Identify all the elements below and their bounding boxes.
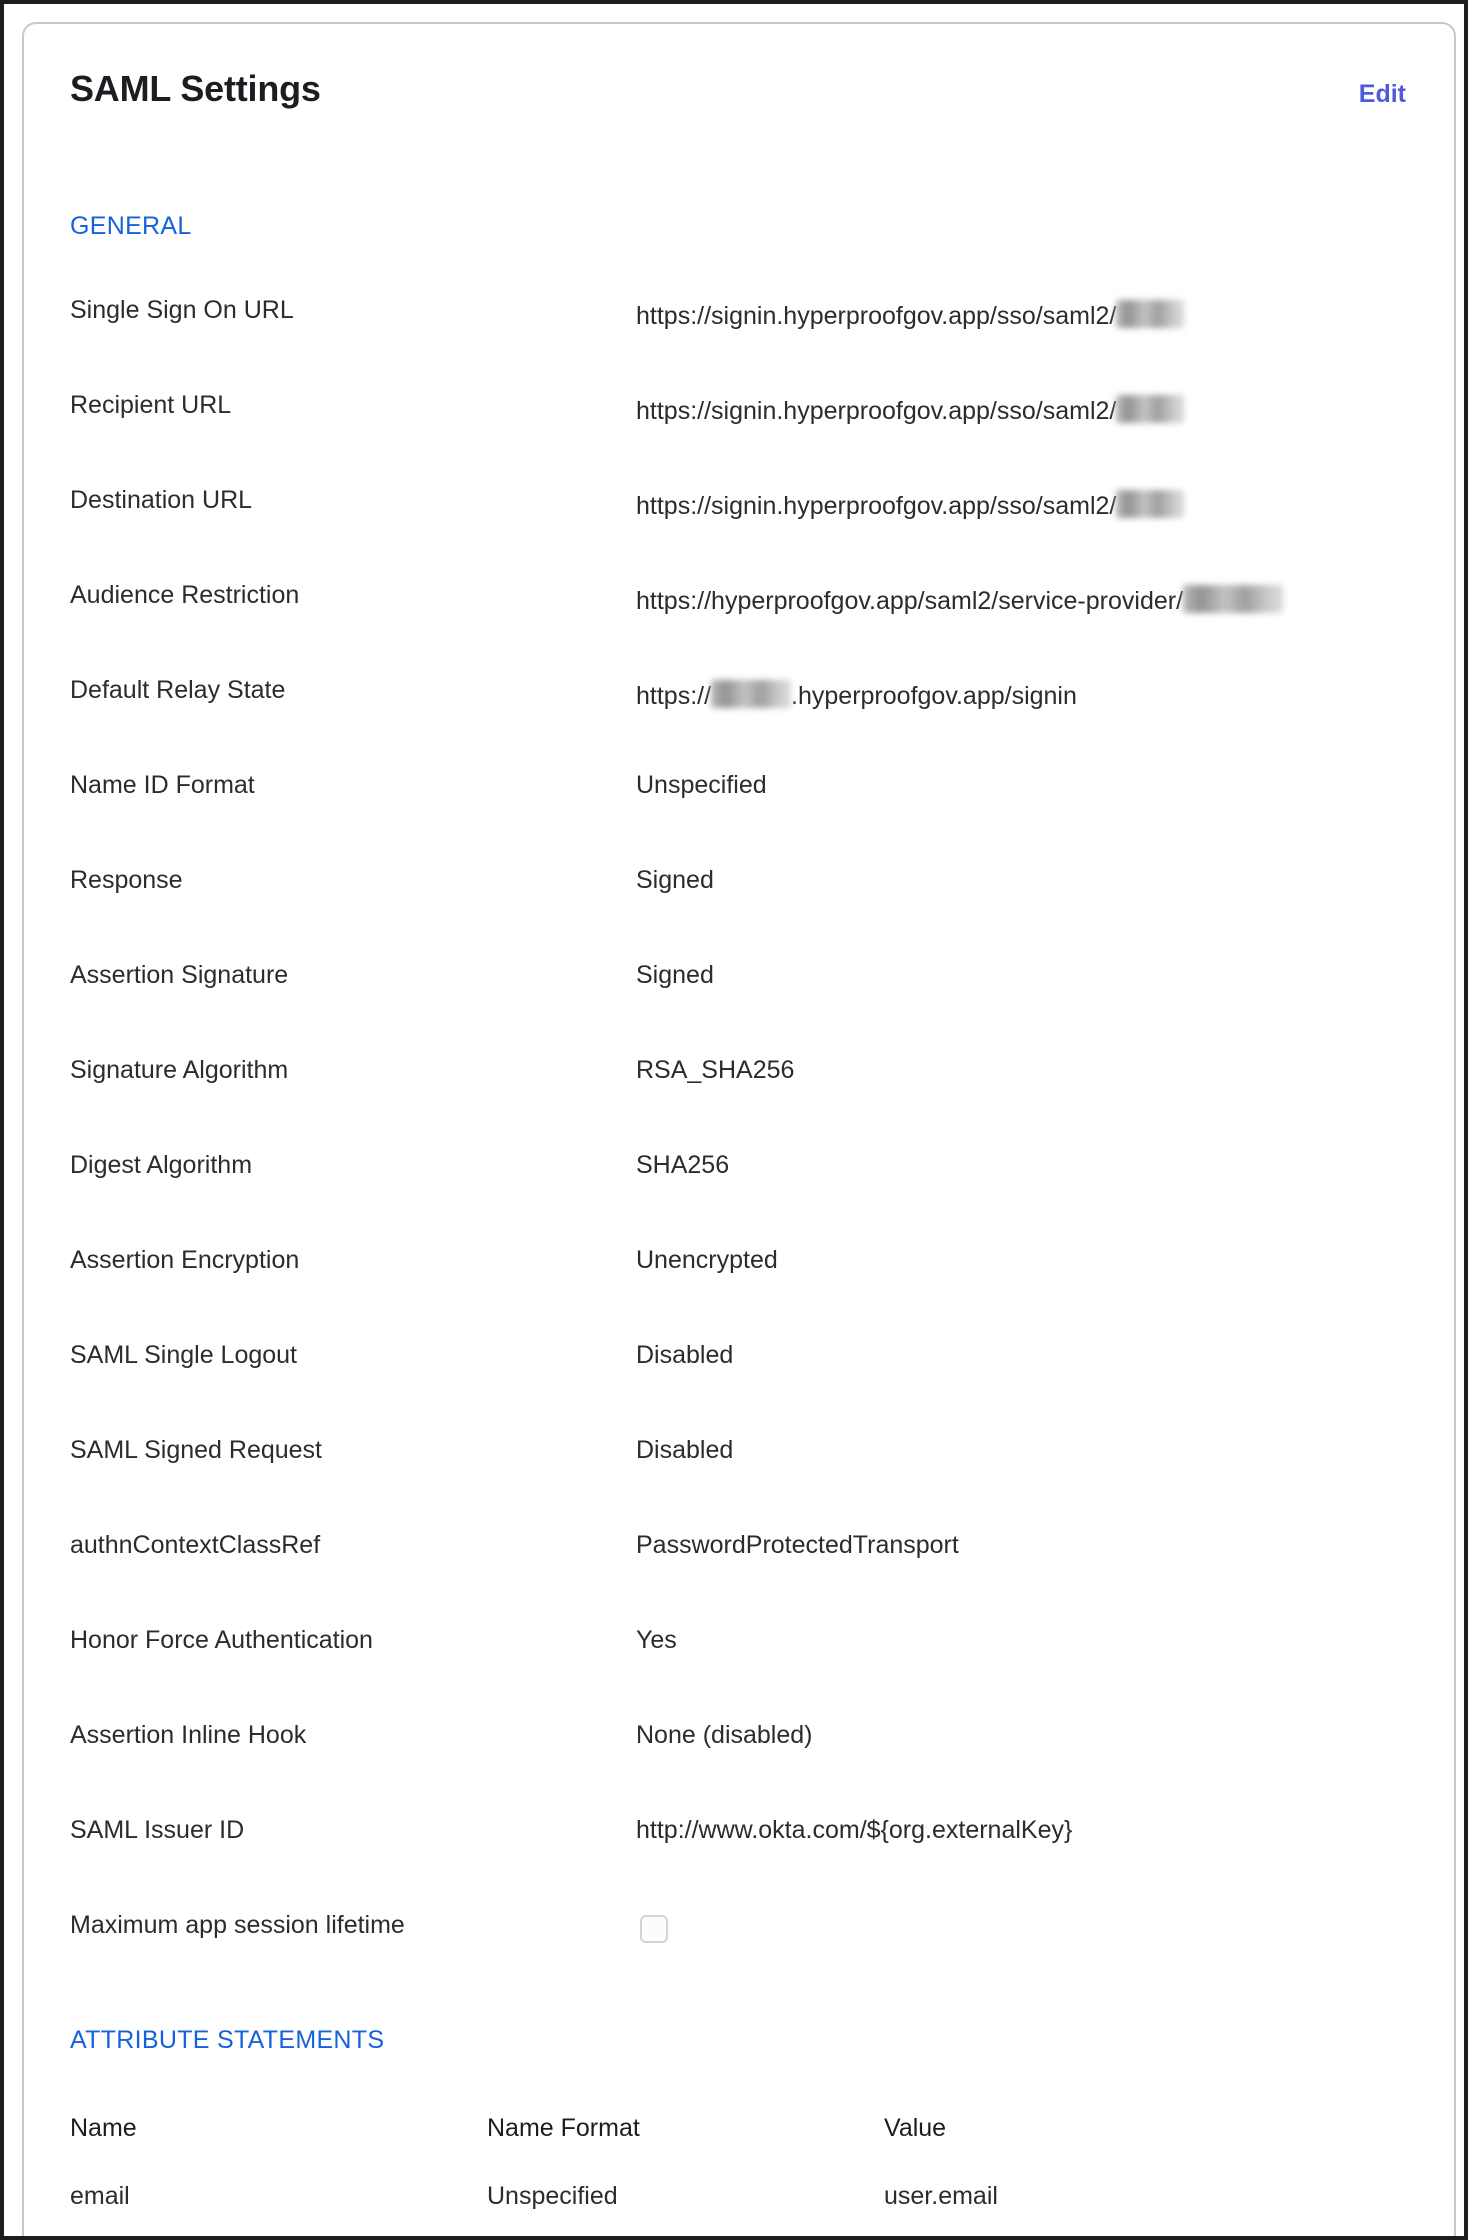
- property-row: SAML Signed Request Disabled: [24, 1436, 1454, 1531]
- value-text: Disabled: [636, 1341, 734, 1369]
- property-value: Unspecified: [636, 771, 767, 800]
- general-section-header: GENERAL: [70, 212, 192, 240]
- value-text-prefix: https://: [636, 682, 712, 710]
- property-label: Assertion Signature: [70, 961, 289, 989]
- value-text: Signed: [636, 866, 714, 894]
- property-row: Name ID Format Unspecified: [24, 771, 1454, 866]
- property-row: Assertion Inline Hook None (disabled): [24, 1721, 1454, 1816]
- page-frame: SAML Settings Edit GENERAL Single Sign O…: [0, 0, 1468, 2240]
- table-row: email Unspecified user.email: [24, 2182, 1454, 2236]
- attribute-statements-section-header: ATTRIBUTE STATEMENTS: [70, 2026, 385, 2054]
- property-value: https://signin.hyperproofgov.app/sso/sam…: [636, 296, 1185, 331]
- card-header: SAML Settings Edit: [24, 24, 1454, 142]
- edit-button[interactable]: Edit: [1359, 80, 1406, 109]
- property-label: SAML Single Logout: [70, 1341, 298, 1369]
- property-label: Signature Algorithm: [70, 1056, 289, 1084]
- property-value: Unencrypted: [636, 1246, 778, 1275]
- property-label: Honor Force Authentication: [70, 1626, 373, 1654]
- property-value: https:// .hyperproofgov.app/signin: [636, 676, 1077, 711]
- property-row: Audience Restriction https://hyperproofgo…: [24, 581, 1454, 676]
- value-text: RSA_SHA256: [636, 1056, 795, 1084]
- value-text: Disabled: [636, 1436, 734, 1464]
- value-text: PasswordProtectedTransport: [636, 1531, 959, 1559]
- value-text-suffix: .hyperproofgov.app/signin: [791, 682, 1077, 710]
- property-value: Signed: [636, 961, 714, 990]
- property-value: RSA_SHA256: [636, 1056, 794, 1085]
- property-row: Assertion Signature Signed: [24, 961, 1454, 1056]
- property-label: Assertion Encryption: [70, 1246, 300, 1274]
- property-label: Default Relay State: [70, 676, 286, 704]
- property-label: Response: [70, 866, 183, 894]
- property-row: Honor Force Authentication Yes: [24, 1626, 1454, 1721]
- redacted-value-block: [1183, 585, 1284, 613]
- value-text: Unencrypted: [636, 1246, 778, 1274]
- value-text: https://signin.hyperproofgov.app/sso/sam…: [636, 302, 1117, 330]
- property-label: Name ID Format: [70, 771, 255, 799]
- table-header-row: Name Name Format Value: [24, 2114, 1454, 2182]
- property-label: authnContextClassRef: [70, 1531, 321, 1559]
- value-text: https://signin.hyperproofgov.app/sso/sam…: [636, 492, 1117, 520]
- table-cell: user.email: [884, 2182, 998, 2210]
- property-value: http://www.okta.com/${org.externalKey}: [636, 1816, 1072, 1845]
- property-label: Maximum app session lifetime: [70, 1911, 405, 1939]
- value-text: http://www.okta.com/${org.externalKey}: [636, 1816, 1073, 1844]
- property-row: Maximum app session lifetime: [24, 1911, 1454, 2006]
- property-value: https://hyperproofgov.app/saml2/service-…: [636, 581, 1284, 616]
- property-row: authnContextClassRef PasswordProtectedTra…: [24, 1531, 1454, 1626]
- property-row: Destination URL https://signin.hyperproof…: [24, 486, 1454, 581]
- property-value: None (disabled): [636, 1721, 813, 1750]
- table-cell: email: [70, 2182, 130, 2210]
- property-label: Recipient URL: [70, 391, 232, 419]
- property-row: Assertion Encryption Unencrypted: [24, 1246, 1454, 1341]
- table-column-header: Name Format: [487, 2114, 640, 2142]
- property-value: https://signin.hyperproofgov.app/sso/sam…: [636, 486, 1185, 521]
- property-value: PasswordProtectedTransport: [636, 1531, 959, 1560]
- redacted-value-block: [1116, 300, 1185, 328]
- saml-settings-card: SAML Settings Edit GENERAL Single Sign O…: [22, 22, 1456, 2236]
- value-text: None (disabled): [636, 1721, 813, 1749]
- redacted-value-block: [711, 680, 792, 708]
- property-row: Default Relay State https:// .hyperproofgo…: [24, 676, 1454, 771]
- property-value: SHA256: [636, 1151, 729, 1180]
- property-label: Assertion Inline Hook: [70, 1721, 307, 1749]
- property-label: Digest Algorithm: [70, 1151, 253, 1179]
- table-column-header: Value: [884, 2114, 947, 2142]
- max-app-session-lifetime-checkbox[interactable]: [640, 1915, 668, 1943]
- value-text: Yes: [636, 1626, 677, 1654]
- value-text: https://hyperproofgov.app/saml2/service-…: [636, 587, 1184, 615]
- attribute-statements-table: Name Name Format Value email Unspecified user…: [24, 2114, 1454, 2236]
- table-cell: Unspecified: [487, 2182, 618, 2210]
- property-row: Recipient URL https://signin.hyperproofgo…: [24, 391, 1454, 486]
- property-row: Signature Algorithm RSA_SHA256: [24, 1056, 1454, 1151]
- value-text: https://signin.hyperproofgov.app/sso/sam…: [636, 397, 1117, 425]
- property-row: SAML Issuer ID http://www.okta.com/${org.…: [24, 1816, 1454, 1911]
- property-label: SAML Issuer ID: [70, 1816, 245, 1844]
- property-label: Audience Restriction: [70, 581, 300, 609]
- property-value: Signed: [636, 866, 714, 895]
- property-value: https://signin.hyperproofgov.app/sso/sam…: [636, 391, 1185, 426]
- property-row: Response Signed: [24, 866, 1454, 961]
- property-row: SAML Single Logout Disabled: [24, 1341, 1454, 1436]
- property-label: SAML Signed Request: [70, 1436, 323, 1464]
- property-row: Digest Algorithm SHA256: [24, 1151, 1454, 1246]
- page-title: SAML Settings: [70, 68, 321, 109]
- property-value: Disabled: [636, 1436, 733, 1465]
- general-properties-list: Single Sign On URL https://signin.hyperpr…: [24, 296, 1454, 2006]
- value-text: Signed: [636, 961, 714, 989]
- value-text: SHA256: [636, 1151, 730, 1179]
- redacted-value-block: [1116, 395, 1185, 423]
- value-text: Unspecified: [636, 771, 767, 799]
- property-row: Single Sign On URL https://signin.hyperpr…: [24, 296, 1454, 391]
- property-label: Destination URL: [70, 486, 253, 514]
- redacted-value-block: [1116, 490, 1185, 518]
- property-value: Disabled: [636, 1341, 733, 1370]
- property-value: Yes: [636, 1626, 677, 1655]
- table-column-header: Name: [70, 2114, 137, 2142]
- property-label: Single Sign On URL: [70, 296, 294, 324]
